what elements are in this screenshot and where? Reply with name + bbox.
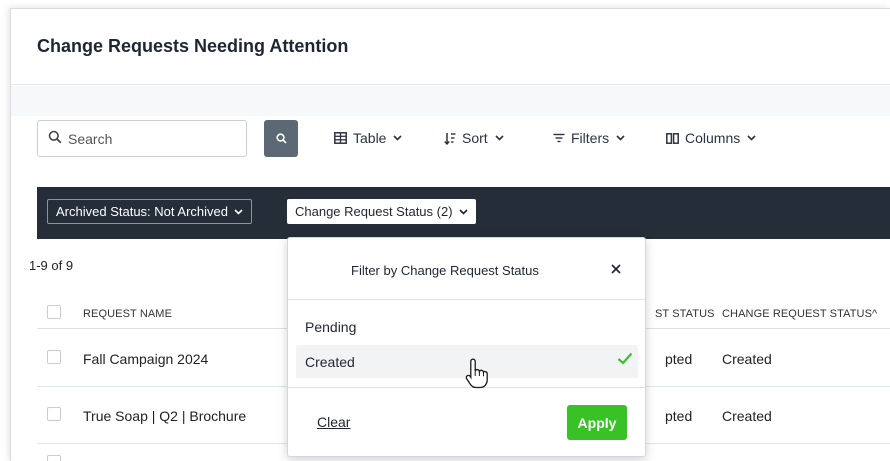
row-checkbox[interactable] bbox=[47, 407, 61, 421]
chevron-down-icon bbox=[495, 135, 504, 141]
change-request-status-filter-popover: Filter by Change Request Status Pending … bbox=[287, 237, 646, 457]
row-checkbox[interactable] bbox=[47, 350, 61, 364]
request-name-cell[interactable]: Fall Campaign 2024 bbox=[83, 351, 208, 367]
sort-icon bbox=[444, 132, 456, 145]
active-filters-bar: Archived Status: Not Archived Change Req… bbox=[37, 187, 890, 239]
row-checkbox[interactable] bbox=[47, 455, 61, 461]
columns-label: Columns bbox=[685, 130, 741, 146]
hand-cursor-icon bbox=[465, 357, 491, 394]
archived-status-filter-chip[interactable]: Archived Status: Not Archived bbox=[47, 199, 252, 224]
status-option-created[interactable]: Created bbox=[305, 354, 355, 370]
archived-status-label: Archived Status: Not Archived bbox=[56, 204, 228, 219]
chevron-down-icon bbox=[393, 135, 403, 141]
page-header: Change Requests Needing Attention bbox=[11, 9, 890, 85]
change-request-status-filter-chip[interactable]: Change Request Status (2) bbox=[287, 199, 476, 224]
search-placeholder: Search bbox=[68, 130, 113, 147]
change-request-status-cell: Created bbox=[722, 351, 772, 367]
divider bbox=[288, 299, 645, 300]
result-count: 1-9 of 9 bbox=[29, 258, 74, 273]
filter-icon bbox=[553, 133, 565, 143]
status-option-pending[interactable]: Pending bbox=[305, 319, 356, 335]
table-view-dropdown[interactable]: Table bbox=[334, 130, 403, 146]
status-cell: pted bbox=[665, 351, 693, 367]
request-name-cell[interactable]: True Soap | Q2 | Brochure bbox=[83, 408, 246, 424]
filters-dropdown[interactable]: Filters bbox=[553, 130, 625, 146]
clear-button[interactable]: Clear bbox=[317, 414, 350, 430]
search-input[interactable]: Search bbox=[37, 120, 247, 157]
status-cell: pted bbox=[665, 408, 693, 424]
chevron-down-icon bbox=[747, 135, 756, 141]
change-request-status-label: Change Request Status (2) bbox=[295, 204, 453, 219]
column-header-change-request-status[interactable]: CHANGE REQUEST STATUS^ bbox=[722, 308, 877, 320]
sort-label: Sort bbox=[462, 130, 488, 146]
select-all-checkbox[interactable] bbox=[47, 305, 61, 319]
search-button[interactable] bbox=[264, 120, 298, 157]
change-request-status-cell: Created bbox=[722, 408, 772, 424]
apply-button[interactable]: Apply bbox=[567, 405, 627, 440]
column-header-request-name[interactable]: REQUEST NAME bbox=[83, 308, 172, 320]
column-header-status[interactable]: ST STATUS bbox=[655, 308, 715, 320]
page-title: Change Requests Needing Attention bbox=[37, 36, 349, 56]
sort-dropdown[interactable]: Sort bbox=[444, 130, 504, 146]
chevron-down-icon bbox=[458, 208, 468, 215]
filters-label: Filters bbox=[571, 130, 610, 146]
header-band bbox=[11, 86, 890, 116]
columns-dropdown[interactable]: Columns bbox=[666, 130, 756, 146]
columns-icon bbox=[666, 132, 679, 144]
close-icon[interactable] bbox=[609, 262, 623, 276]
chevron-down-icon bbox=[234, 208, 243, 215]
search-icon bbox=[48, 130, 68, 147]
search-icon bbox=[275, 133, 287, 144]
table-icon bbox=[334, 132, 347, 144]
chevron-down-icon bbox=[616, 135, 625, 141]
table-label: Table bbox=[353, 130, 387, 146]
popover-title: Filter by Change Request Status bbox=[351, 263, 539, 278]
check-icon bbox=[617, 352, 633, 370]
